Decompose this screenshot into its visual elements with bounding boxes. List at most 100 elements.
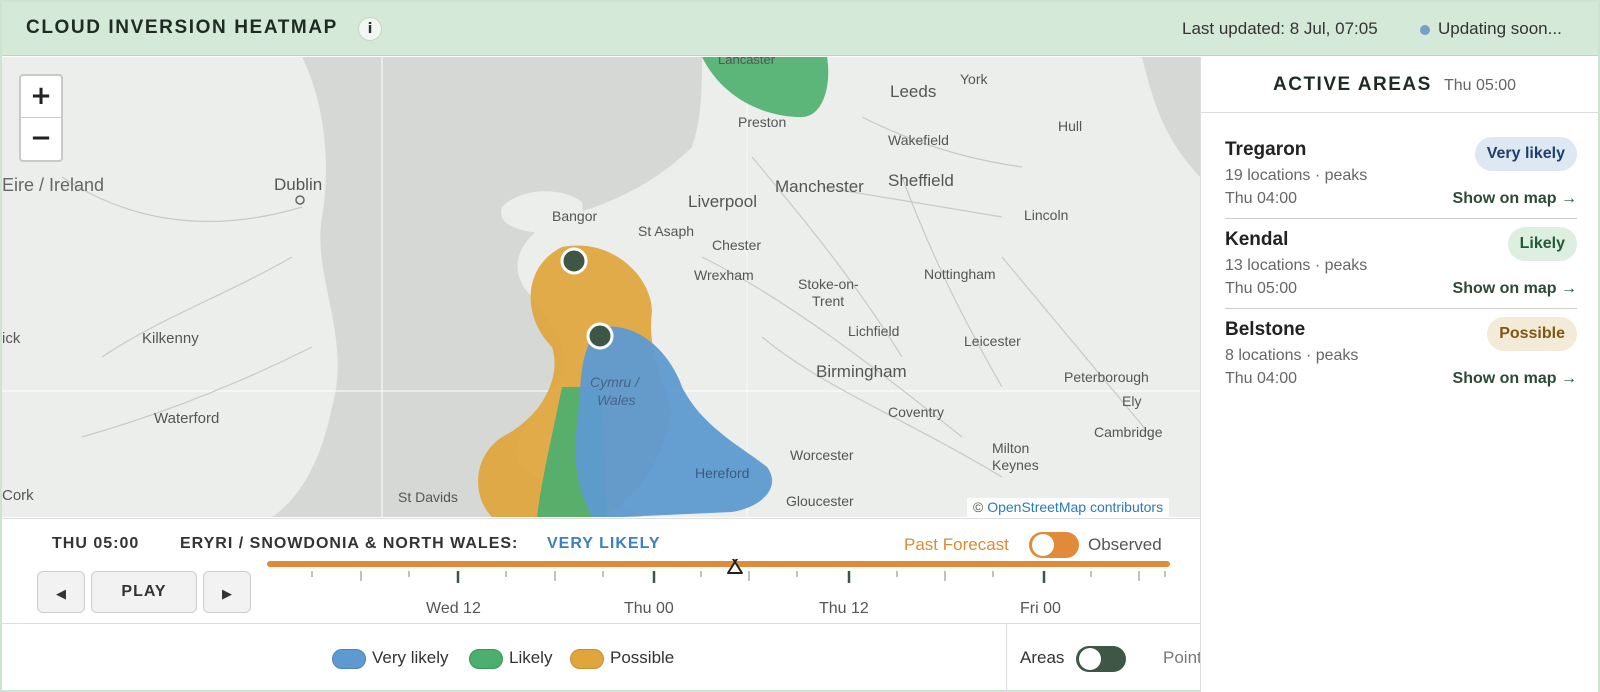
- zoom-control: + −: [19, 74, 63, 162]
- region-status: VERY LIKELY: [547, 535, 661, 552]
- place-label: Kilkenny: [142, 330, 199, 347]
- place-label: St Davids: [398, 489, 458, 505]
- area-meta: 13 locations · peaks: [1225, 257, 1368, 274]
- place-label: Hereford: [695, 465, 750, 481]
- attribution-prefix: ©: [973, 499, 984, 515]
- place-label: Leeds: [890, 82, 937, 101]
- legend-bar: Very likely Likely Possible Areas Points: [2, 623, 1210, 692]
- status-dot-icon: [1420, 25, 1430, 35]
- place-label: Lancaster: [718, 57, 776, 67]
- area-meta: 8 locations · peaks: [1225, 347, 1359, 364]
- timeline-label: Thu 12: [819, 600, 869, 617]
- area-time: Thu 04:00: [1225, 190, 1298, 207]
- place-label: Stoke-on-: [798, 276, 859, 292]
- current-time-label: THU 05:00: [52, 535, 140, 552]
- place-label: Eire / Ireland: [2, 175, 105, 195]
- prev-step-button[interactable]: ◀: [37, 571, 85, 613]
- place-label: Trent: [812, 293, 845, 309]
- status-badge: Likely: [1507, 227, 1577, 261]
- active-areas-panel: ACTIVE AREAS Thu 05:00 Tregaron 19 locat…: [1200, 57, 1599, 692]
- show-on-map-link[interactable]: Show on map →: [1453, 370, 1577, 388]
- show-on-map-link[interactable]: Show on map →: [1453, 280, 1577, 298]
- place-label: Peterborough: [1064, 369, 1149, 385]
- status-badge: Possible: [1487, 317, 1577, 351]
- place-label: Bangor: [552, 208, 598, 224]
- place-label: Birmingham: [816, 362, 907, 381]
- legend-label-likely: Likely: [509, 648, 553, 667]
- region-label: ERYRI / SNOWDONIA & NORTH WALES:: [180, 535, 519, 552]
- chevron-left-icon: ◀: [56, 587, 66, 602]
- place-label: Cymru /: [590, 374, 639, 390]
- place-label: Cambridge: [1094, 424, 1163, 440]
- legend-divider: [1006, 624, 1007, 692]
- area-name: Kendal: [1225, 229, 1289, 250]
- legend-swatch-very-likely: [332, 649, 366, 669]
- panel-time: Thu 05:00: [1444, 77, 1517, 94]
- area-card-kendal[interactable]: Kendal 13 locations · peaks Thu 05:00 Li…: [1225, 219, 1577, 309]
- show-on-map-link[interactable]: Show on map →: [1453, 190, 1577, 208]
- legend-label-possible: Possible: [610, 648, 675, 667]
- info-icon[interactable]: i: [358, 17, 382, 41]
- place-label: Dublin: [274, 175, 323, 194]
- areas-label: Areas: [1020, 648, 1065, 667]
- place-label: Keynes: [992, 457, 1039, 473]
- area-meta: 19 locations · peaks: [1225, 167, 1368, 184]
- past-forecast-label: Past Forecast: [904, 535, 1009, 554]
- header-bar: CLOUD INVERSION HEATMAP i Last updated: …: [2, 2, 1598, 56]
- area-time: Thu 05:00: [1225, 280, 1298, 297]
- forecast-observed-toggle[interactable]: [1029, 532, 1079, 558]
- zoom-out-button[interactable]: −: [21, 118, 61, 160]
- place-label: Coventry: [888, 404, 945, 420]
- app-window: CLOUD INVERSION HEATMAP i Last updated: …: [0, 0, 1600, 692]
- page-title: CLOUD INVERSION HEATMAP: [26, 17, 338, 38]
- play-button[interactable]: PLAY: [91, 571, 197, 613]
- timeline-label: Thu 00: [624, 600, 674, 617]
- place-label: York: [960, 71, 988, 87]
- place-label: Ely: [1122, 393, 1142, 409]
- timeline-label: Wed 12: [426, 600, 481, 617]
- update-status-text: Updating soon...: [1438, 19, 1562, 38]
- place-label: Gloucester: [786, 493, 854, 509]
- area-time: Thu 04:00: [1225, 370, 1298, 387]
- legend-swatch-likely: [469, 649, 503, 669]
- area-card-belstone[interactable]: Belstone 8 locations · peaks Thu 04:00 P…: [1225, 309, 1577, 399]
- place-label: Preston: [738, 114, 787, 130]
- next-step-button[interactable]: ▶: [203, 571, 251, 613]
- timeline-controls: THU 05:00 ERYRI / SNOWDONIA & NORTH WALE…: [2, 518, 1200, 623]
- place-label: Wales: [597, 392, 636, 408]
- area-name: Tregaron: [1225, 139, 1307, 160]
- legend-label-very-likely: Very likely: [372, 648, 449, 667]
- areas-points-toggle[interactable]: [1076, 646, 1126, 672]
- place-label: Hull: [1058, 118, 1083, 134]
- place-label: St Asaph: [638, 223, 695, 239]
- last-updated-text: Last updated: 8 Jul, 07:05: [1182, 19, 1378, 38]
- area-name: Belstone: [1225, 319, 1306, 340]
- place-label: Sheffield: [888, 171, 954, 190]
- place-label: Cork: [2, 487, 34, 504]
- place-label: Manchester: [775, 177, 864, 196]
- map-labels: Eire / Ireland Dublin Kilkenny Waterford…: [2, 57, 1200, 517]
- area-card-tregaron[interactable]: Tregaron 19 locations · peaks Thu 04:00 …: [1225, 129, 1577, 219]
- status-badge: Very likely: [1474, 137, 1577, 171]
- attribution-link[interactable]: OpenStreetMap contributors: [987, 499, 1163, 515]
- panel-divider: [1201, 112, 1599, 113]
- place-label: Waterford: [154, 410, 220, 427]
- chevron-right-icon: ▶: [222, 587, 232, 602]
- observed-label: Observed: [1088, 535, 1162, 554]
- map-view[interactable]: Eire / Ireland Dublin Kilkenny Waterford…: [2, 57, 1200, 517]
- panel-title: ACTIVE AREAS: [1273, 74, 1432, 95]
- place-label: Wrexham: [694, 267, 754, 283]
- timeline-label: Fri 00: [1020, 600, 1061, 617]
- place-label: Leicester: [964, 333, 1021, 349]
- place-label: ick: [2, 330, 21, 347]
- place-label: Liverpool: [688, 192, 757, 211]
- map-attribution: © OpenStreetMap contributors: [967, 498, 1170, 518]
- place-label: Nottingham: [924, 266, 996, 282]
- place-label: Milton: [992, 440, 1030, 456]
- place-label: Wakefield: [888, 132, 949, 148]
- place-label: Worcester: [790, 447, 854, 463]
- place-label: Lichfield: [848, 323, 900, 339]
- legend-swatch-possible: [570, 649, 604, 669]
- place-label: Chester: [712, 237, 762, 253]
- zoom-in-button[interactable]: +: [21, 76, 61, 118]
